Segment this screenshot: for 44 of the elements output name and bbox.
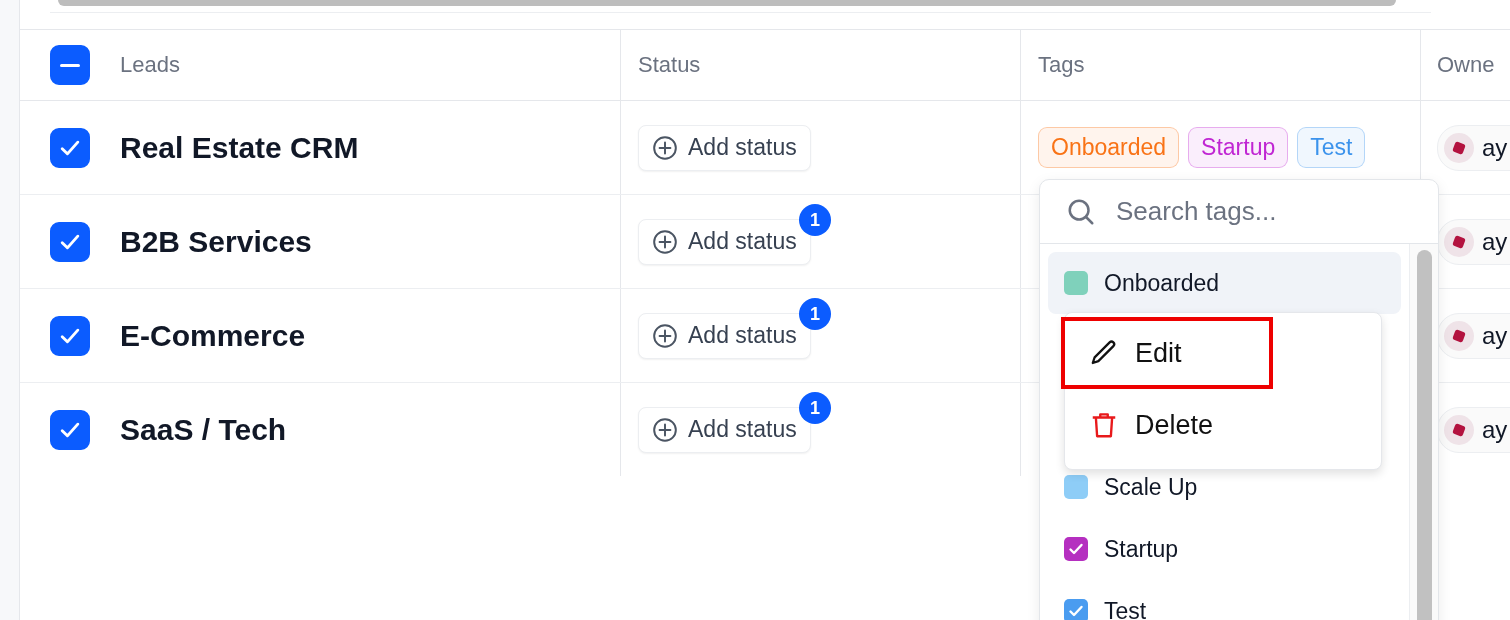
owner-chip[interactable]: ay bbox=[1437, 312, 1510, 359]
count-badge: 1 bbox=[799, 204, 831, 236]
row-checkbox[interactable] bbox=[50, 409, 90, 450]
column-header: Tags bbox=[1038, 52, 1085, 78]
plus-circle-icon bbox=[652, 416, 678, 443]
avatar-icon bbox=[1444, 226, 1474, 257]
tag-option[interactable]: Onboarded bbox=[1048, 252, 1401, 314]
tag-color-checkbox[interactable] bbox=[1064, 599, 1088, 620]
add-status-button[interactable]: Add status bbox=[638, 218, 811, 265]
tag-pill[interactable]: Startup bbox=[1188, 127, 1289, 168]
owner-chip[interactable]: ay bbox=[1437, 124, 1510, 171]
avatar-icon bbox=[1444, 414, 1474, 445]
add-status-button[interactable]: Add status bbox=[638, 124, 811, 171]
tag-option[interactable]: Test bbox=[1048, 580, 1401, 620]
column-header: Owne bbox=[1437, 52, 1495, 78]
lead-name: SaaS / Tech bbox=[120, 412, 287, 447]
search-field[interactable]: Search tags... bbox=[1114, 195, 1398, 228]
lead-name: E-Commerce bbox=[120, 318, 306, 353]
avatar-icon bbox=[1444, 320, 1474, 351]
tag-color-checkbox[interactable] bbox=[1064, 475, 1088, 499]
add-status-button[interactable]: Add status bbox=[638, 406, 811, 453]
row-checkbox[interactable] bbox=[50, 315, 90, 356]
owner-chip[interactable]: ay bbox=[1437, 218, 1510, 265]
owner-chip[interactable]: ay bbox=[1437, 406, 1510, 453]
avatar-icon bbox=[1444, 132, 1474, 163]
column-header: Status bbox=[638, 52, 701, 78]
count-badge: 1 bbox=[799, 298, 831, 330]
add-status-button[interactable]: Add status bbox=[638, 312, 811, 359]
menu-item[interactable]: Edit bbox=[1061, 317, 1273, 389]
row-checkbox[interactable] bbox=[50, 127, 90, 168]
plus-circle-icon bbox=[652, 134, 678, 161]
plus-circle-icon bbox=[652, 322, 678, 349]
count-badge: 1 bbox=[799, 392, 831, 424]
scrollbar-thumb[interactable] bbox=[58, 0, 1397, 6]
tag-color-checkbox[interactable] bbox=[1064, 271, 1088, 295]
plus-circle-icon bbox=[652, 228, 678, 255]
select-all-checkbox[interactable] bbox=[50, 45, 90, 85]
lead-name: Real Estate CRM bbox=[120, 130, 359, 165]
row-checkbox[interactable] bbox=[50, 221, 90, 262]
column-header: Leads bbox=[120, 52, 180, 78]
lead-name: B2B Services bbox=[120, 224, 312, 259]
tag-option[interactable]: Startup bbox=[1048, 518, 1401, 580]
tag-color-checkbox[interactable] bbox=[1064, 537, 1088, 561]
scrollbar-thumb[interactable] bbox=[1416, 250, 1432, 620]
